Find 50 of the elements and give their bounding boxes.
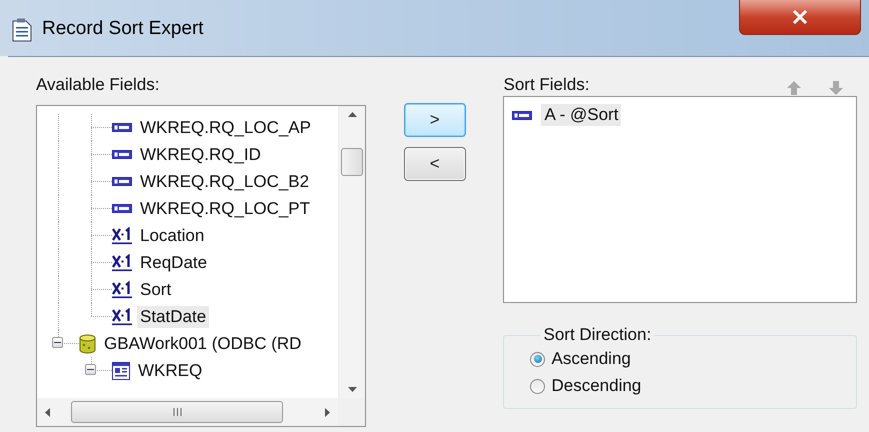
sort-direction-label: Sort Direction: [542,325,652,345]
move-button[interactable]: > [404,103,466,137]
radio-label: Descending [551,376,642,396]
sort-fields-label: Sort Fields: [503,74,590,96]
sort-field-item[interactable]: A - @Sort [541,104,622,126]
close-icon [792,10,808,24]
scroll-down-icon[interactable] [348,387,356,392]
tree-item[interactable]: StatDate [137,306,210,328]
formula-icon [112,254,132,272]
tree-item[interactable]: Location [137,224,208,246]
vertical-scrollbar[interactable] [338,106,365,398]
field-icon [112,150,132,159]
scroll-thumb[interactable] [71,401,283,423]
scroll-thumb[interactable] [341,148,363,176]
horizontal-scrollbar[interactable] [37,398,338,426]
scroll-left-icon[interactable] [45,408,50,416]
window-title: Record Sort Expert [42,18,204,40]
formula-icon [112,308,132,326]
minus-icon [87,366,94,373]
minus-icon [54,339,61,346]
document-icon [12,18,32,42]
grip-icon [172,408,182,416]
available-fields-label: Available Fields: [36,74,160,96]
formula-icon [112,226,132,244]
tree-item[interactable]: WKREQ.RQ_ID [137,144,264,166]
move-button[interactable]: < [404,147,466,181]
collapse-toggle[interactable] [85,364,96,375]
field-icon [112,177,132,186]
tree-item[interactable]: WKREQ.RQ_LOC_PT [137,198,314,220]
radio-label: Ascending [551,349,631,369]
move-down-icon[interactable] [829,81,843,95]
scroll-up-icon[interactable] [348,112,356,117]
move-up-icon[interactable] [787,81,801,95]
tree-item[interactable]: WKREQ.RQ_LOC_B2 [137,170,312,192]
tree-item[interactable]: GBAWork001 (ODBC (RD [101,332,304,354]
field-icon [112,123,132,132]
radio-button[interactable] [530,352,546,366]
field-icon [512,110,532,120]
tree-item[interactable]: ReqDate [137,252,210,274]
radio-button[interactable] [530,378,546,394]
scroll-right-icon[interactable] [325,408,330,416]
field-icon [112,204,132,213]
tree-item[interactable]: Sort [137,278,174,300]
tree-item[interactable]: WKREQ.RQ_LOC_AP [137,116,314,138]
tree-item[interactable]: WKREQ [135,360,206,382]
collapse-toggle[interactable] [52,337,63,348]
database-icon [79,334,96,354]
close-button[interactable] [739,0,861,35]
table-icon [112,362,130,380]
formula-icon [112,280,132,298]
